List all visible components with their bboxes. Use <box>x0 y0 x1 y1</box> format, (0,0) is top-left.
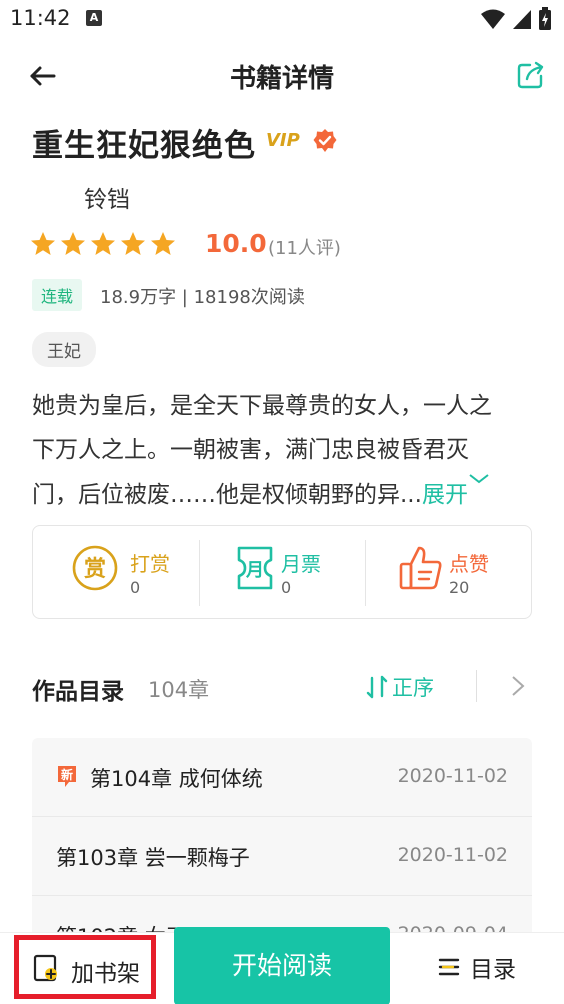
chevron-down-icon <box>469 474 489 484</box>
sort-icon <box>366 675 388 699</box>
top-bar: 书籍详情 <box>0 50 564 102</box>
chevron-right-icon[interactable] <box>510 674 526 698</box>
new-badge-icon: 新 <box>58 766 76 787</box>
table-of-contents-label: 目录 <box>470 957 516 983</box>
divider <box>476 670 477 702</box>
notification-icon: A <box>86 10 102 26</box>
monthly-ticket-button[interactable]: 月 月票 0 <box>199 526 365 618</box>
star-icon <box>61 232 85 255</box>
bottom-action-bar: 加书架 开始阅读 目录 <box>0 927 564 1004</box>
status-time: 11:42 <box>10 6 71 30</box>
table-of-contents-button[interactable]: 目录 <box>438 947 516 987</box>
genre-tag[interactable]: 王妃 <box>32 332 96 367</box>
vip-badge: VIP <box>266 130 300 151</box>
like-label: 点赞 <box>449 552 489 576</box>
chapter-date: 2020-11-02 <box>397 765 508 787</box>
intro-line: 下万人之上。一朝被害，满门忠良被昏君灭 <box>32 437 469 463</box>
like-button[interactable]: 点赞 20 <box>365 526 531 618</box>
expand-button[interactable]: 展开 <box>421 474 490 508</box>
list-icon <box>438 958 460 976</box>
share-icon <box>517 61 544 89</box>
book-title: 重生狂妃狠绝色 <box>32 128 256 164</box>
monthly-ticket-icon: 月 <box>237 546 273 590</box>
like-count: 20 <box>449 578 470 597</box>
chapter-row[interactable]: 第103章 尝一颗梅子 2020-11-02 <box>32 817 532 896</box>
chapter-date: 2020-11-02 <box>397 844 508 866</box>
page-title: 书籍详情 <box>229 64 334 94</box>
share-button[interactable] <box>516 60 546 90</box>
star-icon <box>121 232 145 255</box>
wifi-icon <box>481 9 505 29</box>
book-intro: 她贵为皇后，是全天下最尊贵的女人，一人之 下万人之上。一朝被害，满门忠良被昏君灭… <box>32 384 536 517</box>
reward-icon: 赏 <box>72 545 118 591</box>
reward-button[interactable]: 赏 打赏 0 <box>33 526 199 618</box>
svg-text:月: 月 <box>245 560 264 581</box>
system-icons <box>480 7 552 31</box>
verified-badge-icon <box>313 129 337 152</box>
catalog-title: 作品目录 <box>32 679 124 705</box>
rating-count[interactable]: (11人评) <box>268 234 341 260</box>
add-bookshelf-icon <box>33 954 57 982</box>
svg-text:新: 新 <box>61 767 73 782</box>
intro-line-text: 门，后位被废……他是权倾朝野的异... <box>32 482 422 508</box>
battery-icon <box>539 7 551 30</box>
status-bar: 11:42 A <box>0 0 564 38</box>
chapter-row[interactable]: 新 第104章 成何体统 2020-11-02 <box>32 738 532 817</box>
serial-status-badge: 连载 <box>32 279 83 311</box>
start-reading-button[interactable]: 开始阅读 <box>174 927 390 1004</box>
monthly-ticket-count: 0 <box>281 578 292 597</box>
thumbs-up-icon <box>399 546 442 590</box>
star-icon <box>151 232 175 255</box>
reward-label: 打赏 <box>130 552 170 576</box>
sort-label: 正序 <box>392 676 434 700</box>
sort-order-button[interactable]: 正序 <box>366 672 434 702</box>
author-name[interactable]: 铃铛 <box>84 180 130 214</box>
book-stats: 18.9万字 | 18198次阅读 <box>100 287 305 308</box>
chapter-count: 104章 <box>148 678 210 702</box>
catalog-header: 作品目录 104章 正序 <box>32 668 532 708</box>
action-panel: 赏 打赏 0 月 月票 0 点赞 20 <box>32 525 532 619</box>
monthly-ticket-label: 月票 <box>281 552 321 576</box>
expand-label: 展开 <box>421 482 468 508</box>
chapter-title: 第104章 成何体统 <box>90 767 263 791</box>
chapter-title: 第103章 尝一颗梅子 <box>56 846 250 870</box>
rating-stars <box>30 231 176 257</box>
add-to-shelf-label: 加书架 <box>71 961 140 987</box>
add-to-shelf-button[interactable]: 加书架 <box>14 935 156 999</box>
rating-score: 10.0 <box>205 229 267 258</box>
reward-count: 0 <box>130 578 141 597</box>
intro-line: 她贵为皇后，是全天下最尊贵的女人，一人之 <box>32 393 492 419</box>
svg-text:赏: 赏 <box>84 557 106 582</box>
intro-line: 门，后位被废……他是权倾朝野的异...展开 <box>32 472 536 517</box>
signal-icon <box>513 10 531 29</box>
star-icon <box>91 232 115 255</box>
star-icon <box>31 232 55 255</box>
